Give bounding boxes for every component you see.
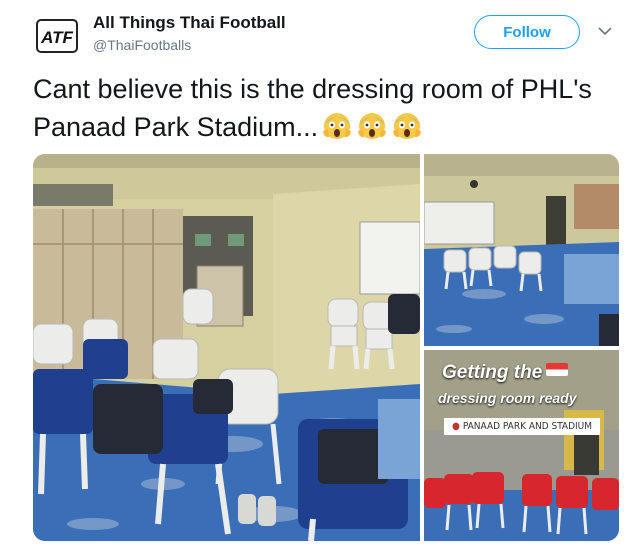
face-screaming-in-fear-icon bbox=[323, 113, 352, 139]
face-screaming-in-fear-icon bbox=[358, 113, 387, 139]
location-tag: ● PANAAD PARK AND STADIUM bbox=[444, 418, 601, 435]
follow-label: Follow bbox=[503, 23, 551, 41]
flag-icon bbox=[546, 363, 569, 376]
location-pin-icon: ● bbox=[452, 421, 460, 432]
photo-dressing-room-mattress[interactable] bbox=[424, 154, 619, 346]
overlay-title: Getting the bbox=[442, 362, 569, 384]
logo-text: ATF bbox=[40, 28, 73, 47]
avatar[interactable]: ATF bbox=[36, 19, 78, 53]
chevron-down-icon[interactable] bbox=[597, 25, 613, 37]
tweet-text: Cant believe this is the dressing room o… bbox=[33, 74, 592, 142]
location-text: PANAAD PARK AND STADIUM bbox=[462, 421, 593, 432]
overlay-subtitle: dressing room ready bbox=[438, 390, 577, 406]
overlay-title-text: Getting the bbox=[442, 362, 543, 383]
emoji-group bbox=[318, 112, 423, 142]
photo-dressing-room-main[interactable] bbox=[33, 154, 420, 541]
photo-red-chairs[interactable]: Getting the dressing room ready ● PANAAD … bbox=[424, 350, 619, 541]
user-handle[interactable]: @ThaiFootballs bbox=[93, 37, 191, 53]
display-name[interactable]: All Things Thai Football bbox=[93, 13, 286, 33]
face-screaming-in-fear-icon bbox=[393, 113, 422, 139]
tweet-text-block: Cant believe this is the dressing room o… bbox=[33, 70, 593, 146]
follow-button[interactable]: Follow bbox=[474, 15, 580, 49]
